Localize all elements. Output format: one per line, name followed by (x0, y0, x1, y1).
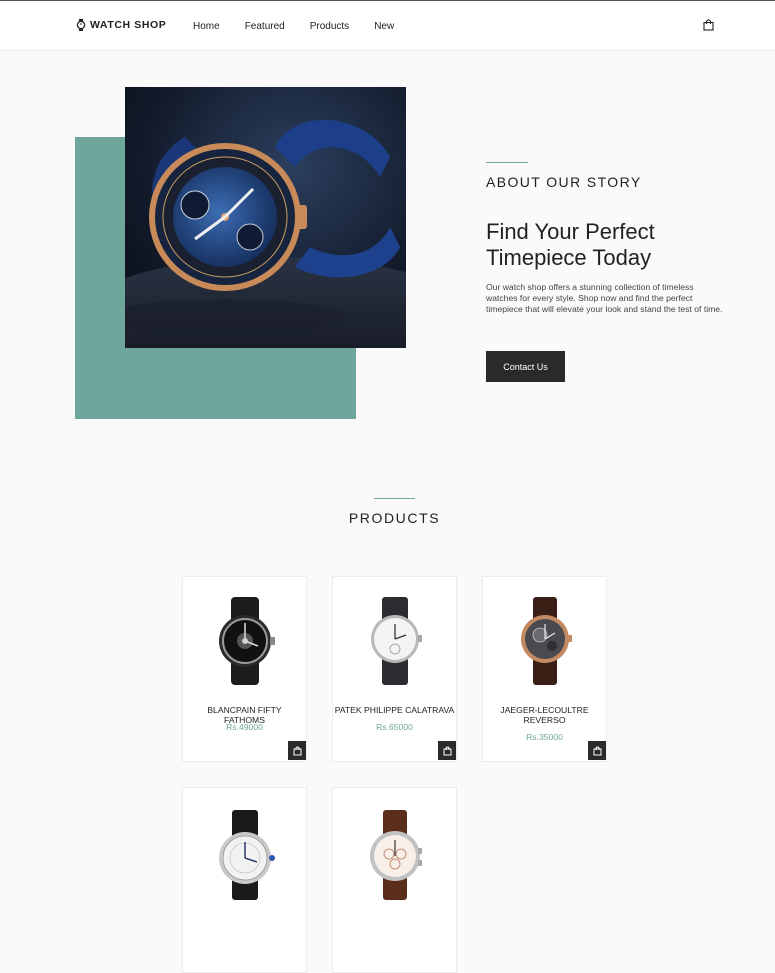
contact-us-button[interactable]: Contact Us (486, 351, 565, 382)
products-heading: PRODUCTS (348, 510, 441, 526)
story-text: Our watch shop offers a stunning collect… (486, 282, 723, 314)
shopping-bag-icon[interactable] (703, 18, 714, 36)
product-image-patek (333, 591, 456, 695)
watch-icon (76, 19, 86, 31)
nav-link-new[interactable]: New (374, 21, 394, 32)
products-accent-line (374, 498, 415, 499)
story-title: Find Your Perfect Timepiece Today (486, 219, 655, 270)
hero-watch-image (125, 87, 406, 348)
nav-link-products[interactable]: Products (310, 21, 349, 32)
product-card[interactable]: PATEK PHILIPPE CALATRAVA Rs.65000 (332, 576, 457, 762)
product-name: PATEK PHILIPPE CALATRAVA (334, 705, 455, 715)
product-image-jaeger (483, 591, 606, 695)
product-card[interactable] (332, 787, 457, 973)
story-accent-line (486, 162, 528, 163)
add-to-cart-button[interactable] (438, 741, 456, 760)
shopping-bag-icon (293, 746, 301, 755)
product-image-longines (333, 802, 456, 906)
main-nav: Home Featured Products New (193, 21, 419, 32)
product-price: Rs.49000 (226, 722, 263, 732)
add-to-cart-button[interactable] (288, 741, 306, 760)
product-image-cartier (183, 802, 306, 906)
nav-link-featured[interactable]: Featured (245, 21, 285, 32)
shopping-bag-icon (593, 746, 601, 755)
story-kicker: ABOUT OUR STORY (486, 174, 642, 190)
shopping-bag-icon (443, 746, 451, 755)
product-price: Rs.65000 (376, 722, 413, 732)
navbar: WATCH SHOP Home Featured Products New (0, 1, 775, 51)
product-image-blancpain (183, 591, 306, 695)
brand-name: WATCH SHOP (90, 19, 167, 31)
product-card[interactable]: BLANCPAIN FIFTY FATHOMS Rs.49000 (182, 576, 307, 762)
product-name: JAEGER-LECOULTRE REVERSO (500, 705, 589, 725)
product-card[interactable] (182, 787, 307, 973)
brand-logo[interactable]: WATCH SHOP (76, 19, 166, 31)
nav-link-home[interactable]: Home (193, 21, 220, 32)
product-card[interactable]: JAEGER-LECOULTRE REVERSO Rs.35000 (482, 576, 607, 762)
add-to-cart-button[interactable] (588, 741, 606, 760)
